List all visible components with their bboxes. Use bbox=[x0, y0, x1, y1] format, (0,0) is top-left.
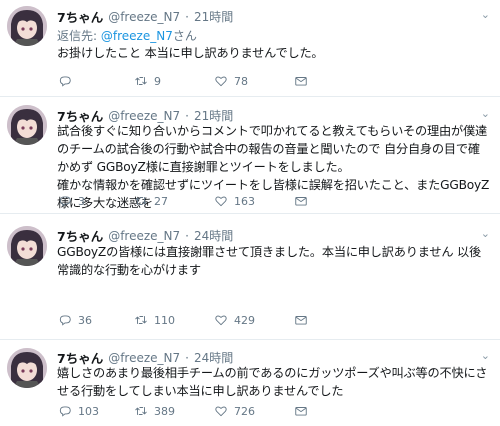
separator: · bbox=[185, 108, 189, 123]
envelope-icon bbox=[295, 316, 307, 325]
retweet-icon bbox=[135, 77, 147, 85]
timestamp[interactable]: 24時間 bbox=[194, 227, 233, 244]
like-button[interactable]: 726 bbox=[214, 404, 294, 418]
tweet-actions: 103 389 726 bbox=[58, 404, 308, 418]
heart-icon bbox=[215, 196, 227, 207]
like-button[interactable]: 429 bbox=[214, 313, 294, 327]
reply-button[interactable] bbox=[58, 74, 134, 88]
heart-icon bbox=[215, 76, 227, 87]
retweet-button[interactable]: 27 bbox=[134, 194, 214, 208]
retweet-button[interactable]: 389 bbox=[134, 404, 214, 418]
tweet-line: かめず GGBoyZ様に直接謝罪とツイートをしました。 bbox=[57, 160, 350, 174]
tweet-line: のチームの試合後の行動や試合中の報告の音量と聞いたので 自分自身の目で確 bbox=[57, 142, 480, 156]
reply-to-suffix: さん bbox=[172, 29, 197, 43]
retweet-button[interactable]: 9 bbox=[134, 74, 214, 88]
user-handle[interactable]: @freeze_N7 bbox=[108, 351, 180, 365]
like-button[interactable]: 163 bbox=[214, 194, 294, 208]
chevron-down-icon[interactable]: ⌄ bbox=[481, 227, 490, 240]
chevron-down-icon[interactable]: ⌄ bbox=[481, 107, 490, 120]
avatar-image bbox=[7, 226, 47, 266]
reply-icon bbox=[59, 406, 71, 417]
reply-to-line: 返信先: @freeze_N7さん bbox=[57, 27, 197, 44]
tweet-line: 嬉しさのあまり最後相手チームの前であるのにガッツポーズや叫ぶ等の不快にさ bbox=[57, 366, 488, 380]
tweet-text: GGBoyZの皆様には直接謝罪させて頂きました。本当に申し訳ありません 以後 常… bbox=[57, 243, 489, 279]
tweet-line: 常識的な行動を心がけます bbox=[57, 263, 201, 277]
reply-icon bbox=[59, 76, 71, 87]
like-count: 78 bbox=[234, 74, 248, 88]
tweet-header: 7ちゃん @freeze_N7 · 21時間 bbox=[57, 7, 233, 26]
tweet-actions: 9 78 bbox=[58, 74, 308, 88]
dm-button[interactable] bbox=[294, 313, 308, 327]
like-count: 726 bbox=[234, 404, 255, 418]
tweet-actions: 3 27 163 bbox=[58, 194, 308, 208]
tweet-actions: 36 110 429 bbox=[58, 313, 308, 327]
reply-to-label: 返信先: bbox=[57, 29, 98, 43]
retweet-count: 110 bbox=[154, 313, 175, 327]
envelope-icon bbox=[295, 77, 307, 86]
tweet[interactable]: 7ちゃん @freeze_N7 · 21時間 ⌄ 返信先: @freeze_N7… bbox=[0, 0, 500, 97]
retweet-icon bbox=[135, 197, 147, 205]
reply-button[interactable]: 3 bbox=[58, 194, 134, 208]
separator: · bbox=[185, 228, 189, 243]
tweet[interactable]: 7ちゃん @freeze_N7 · 24時間 ⌄ 嬉しさのあまり最後相手チームの… bbox=[0, 340, 500, 426]
dm-button[interactable] bbox=[294, 404, 308, 418]
retweet-button[interactable]: 110 bbox=[134, 313, 214, 327]
avatar-image bbox=[7, 105, 47, 145]
dm-button[interactable] bbox=[294, 74, 308, 88]
retweet-icon bbox=[135, 407, 147, 415]
tweet-line: 試合後すぐに知り合いからコメントで叩かれてると教えてもらいその理由が僕達 bbox=[57, 124, 487, 138]
avatar[interactable] bbox=[7, 6, 47, 46]
retweet-count: 27 bbox=[154, 194, 168, 208]
chevron-down-icon[interactable]: ⌄ bbox=[481, 349, 490, 362]
tweet-text: 嬉しさのあまり最後相手チームの前であるのにガッツポーズや叫ぶ等の不快にさ せる行… bbox=[57, 364, 489, 400]
tweet-line: 確かな情報かを確認せずにツイートをし皆様に誤解を招いたこと、またGGBoyZ bbox=[57, 178, 489, 192]
tweet-line: GGBoyZの皆様には直接謝罪させて頂きました。本当に申し訳ありません 以後 bbox=[57, 245, 481, 259]
tweet-feed: 7ちゃん @freeze_N7 · 21時間 ⌄ 返信先: @freeze_N7… bbox=[0, 0, 500, 426]
reply-icon bbox=[59, 196, 71, 207]
reply-count: 103 bbox=[78, 404, 99, 418]
tweet[interactable]: 7ちゃん @freeze_N7 · 24時間 ⌄ GGBoyZの皆様には直接謝罪… bbox=[0, 214, 500, 340]
separator: · bbox=[185, 350, 189, 365]
retweet-count: 9 bbox=[154, 74, 161, 88]
like-button[interactable]: 78 bbox=[214, 74, 294, 88]
avatar-image bbox=[7, 6, 47, 46]
avatar[interactable] bbox=[7, 105, 47, 145]
reply-button[interactable]: 103 bbox=[58, 404, 134, 418]
retweet-icon bbox=[135, 316, 147, 324]
chevron-down-icon[interactable]: ⌄ bbox=[481, 8, 490, 21]
reply-count: 36 bbox=[78, 313, 92, 327]
user-handle[interactable]: @freeze_N7 bbox=[108, 10, 180, 24]
reply-count: 3 bbox=[78, 194, 85, 208]
like-count: 429 bbox=[234, 313, 255, 327]
envelope-icon bbox=[295, 407, 307, 416]
reply-icon bbox=[59, 315, 71, 326]
tweet-line: せる行動をしてしまい本当に申し訳ありませんでした bbox=[57, 384, 344, 398]
avatar[interactable] bbox=[7, 226, 47, 266]
separator: · bbox=[185, 9, 189, 24]
reply-to-mention[interactable]: @freeze_N7 bbox=[101, 29, 173, 43]
heart-icon bbox=[215, 406, 227, 417]
display-name[interactable]: 7ちゃん bbox=[57, 7, 103, 26]
retweet-count: 389 bbox=[154, 404, 175, 418]
user-handle[interactable]: @freeze_N7 bbox=[108, 109, 180, 123]
tweet[interactable]: 7ちゃん @freeze_N7 · 21時間 ⌄ 試合後すぐに知り合いからコメン… bbox=[0, 97, 500, 214]
tweet-text: お掛けしたこと 本当に申し訳ありませんでした。 bbox=[57, 44, 489, 62]
dm-button[interactable] bbox=[294, 194, 308, 208]
like-count: 163 bbox=[234, 194, 255, 208]
avatar[interactable] bbox=[7, 348, 47, 388]
reply-button[interactable]: 36 bbox=[58, 313, 134, 327]
heart-icon bbox=[215, 315, 227, 326]
tweet-line: お掛けしたこと 本当に申し訳ありませんでした。 bbox=[57, 46, 324, 60]
envelope-icon bbox=[295, 197, 307, 206]
user-handle[interactable]: @freeze_N7 bbox=[108, 229, 180, 243]
avatar-image bbox=[7, 348, 47, 388]
timestamp[interactable]: 21時間 bbox=[194, 8, 233, 25]
